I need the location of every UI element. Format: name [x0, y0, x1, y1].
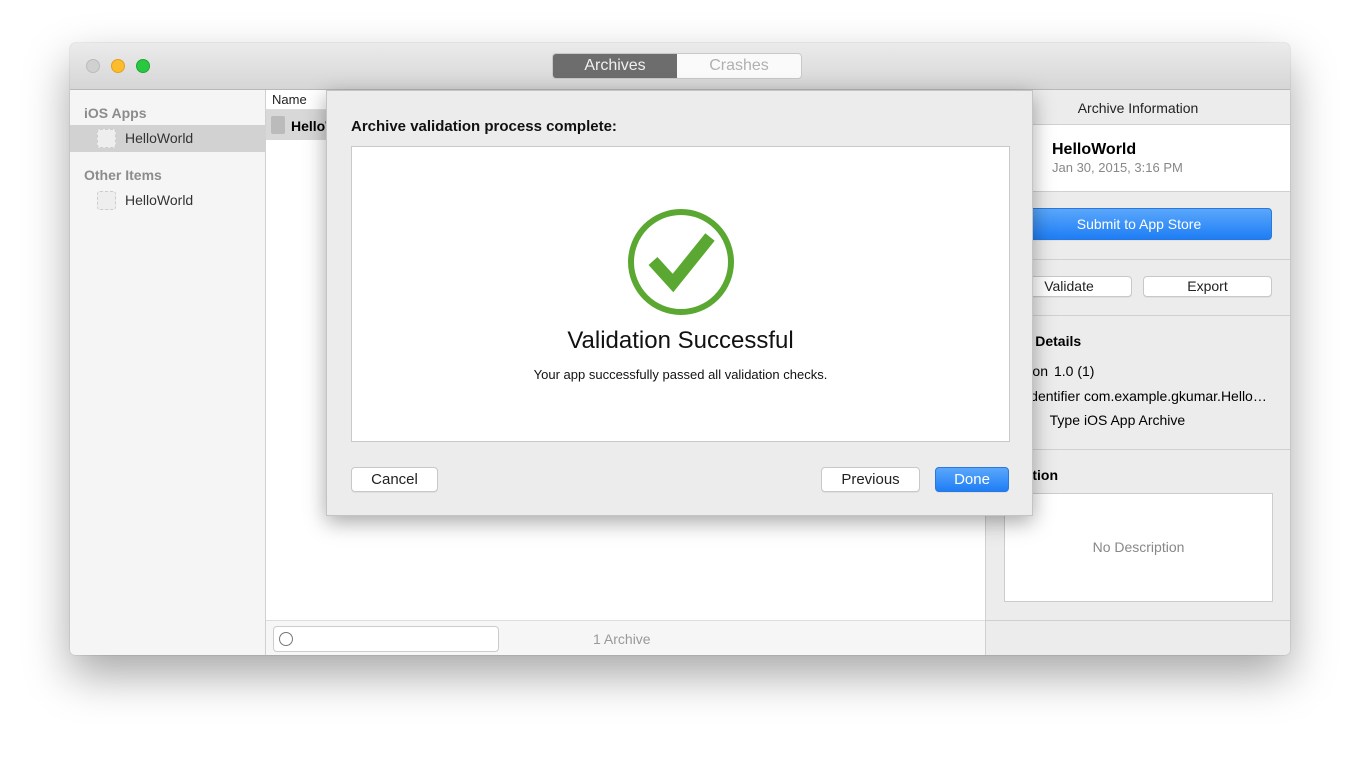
sidebar-item-label: HelloWorld — [125, 130, 194, 146]
tab-archives[interactable]: Archives — [553, 54, 677, 78]
zoom-button[interactable] — [136, 59, 150, 73]
cancel-button[interactable]: Cancel — [351, 467, 438, 492]
sidebar-item-helloworld-other[interactable]: HelloWorld — [70, 187, 266, 214]
tab-control: Archives Crashes — [552, 53, 802, 79]
export-button[interactable]: Export — [1143, 276, 1272, 297]
result-message: Your app successfully passed all validat… — [533, 367, 828, 382]
dialog-title: Archive validation process complete: — [351, 118, 617, 135]
app-icon — [97, 191, 116, 210]
sidebar-item-label: HelloWorld — [125, 192, 194, 208]
app-name: HelloWorld — [1052, 141, 1137, 158]
version-value: 1.0 (1) — [1054, 363, 1095, 379]
sidebar: iOS Apps HelloWorld Other Items HelloWor… — [70, 90, 266, 655]
title-bar: Archives Crashes — [70, 43, 1290, 90]
result-box: Validation Successful Your app successfu… — [351, 146, 1010, 442]
close-button[interactable] — [86, 59, 100, 73]
submit-to-app-store-button[interactable]: Submit to App Store — [1006, 208, 1272, 240]
result-heading: Validation Successful — [567, 327, 794, 354]
validation-dialog: Archive validation process complete: Val… — [326, 90, 1033, 516]
list-footer: 1 Archive — [266, 620, 986, 655]
app-icon — [97, 129, 116, 148]
done-button[interactable]: Done — [935, 467, 1009, 492]
sidebar-item-helloworld-ios[interactable]: HelloWorld — [70, 125, 266, 152]
previous-button[interactable]: Previous — [821, 467, 920, 492]
filter-icon — [279, 632, 293, 646]
archive-date: Jan 30, 2015, 3:16 PM — [1052, 160, 1183, 175]
minimize-button[interactable] — [111, 59, 125, 73]
checkmark-circle-icon — [628, 209, 734, 315]
tab-crashes[interactable]: Crashes — [677, 54, 801, 78]
filter-input[interactable] — [273, 626, 499, 652]
sidebar-section-ios-apps: iOS Apps — [84, 105, 147, 121]
identifier-value: com.example.gkumar.Hello… — [1084, 388, 1267, 404]
sidebar-section-other-items: Other Items — [84, 167, 162, 183]
type-value: iOS App Archive — [1084, 412, 1186, 428]
archive-icon — [271, 116, 285, 134]
archive-count: 1 Archive — [593, 631, 651, 647]
description-field[interactable]: No Description — [1004, 493, 1273, 602]
